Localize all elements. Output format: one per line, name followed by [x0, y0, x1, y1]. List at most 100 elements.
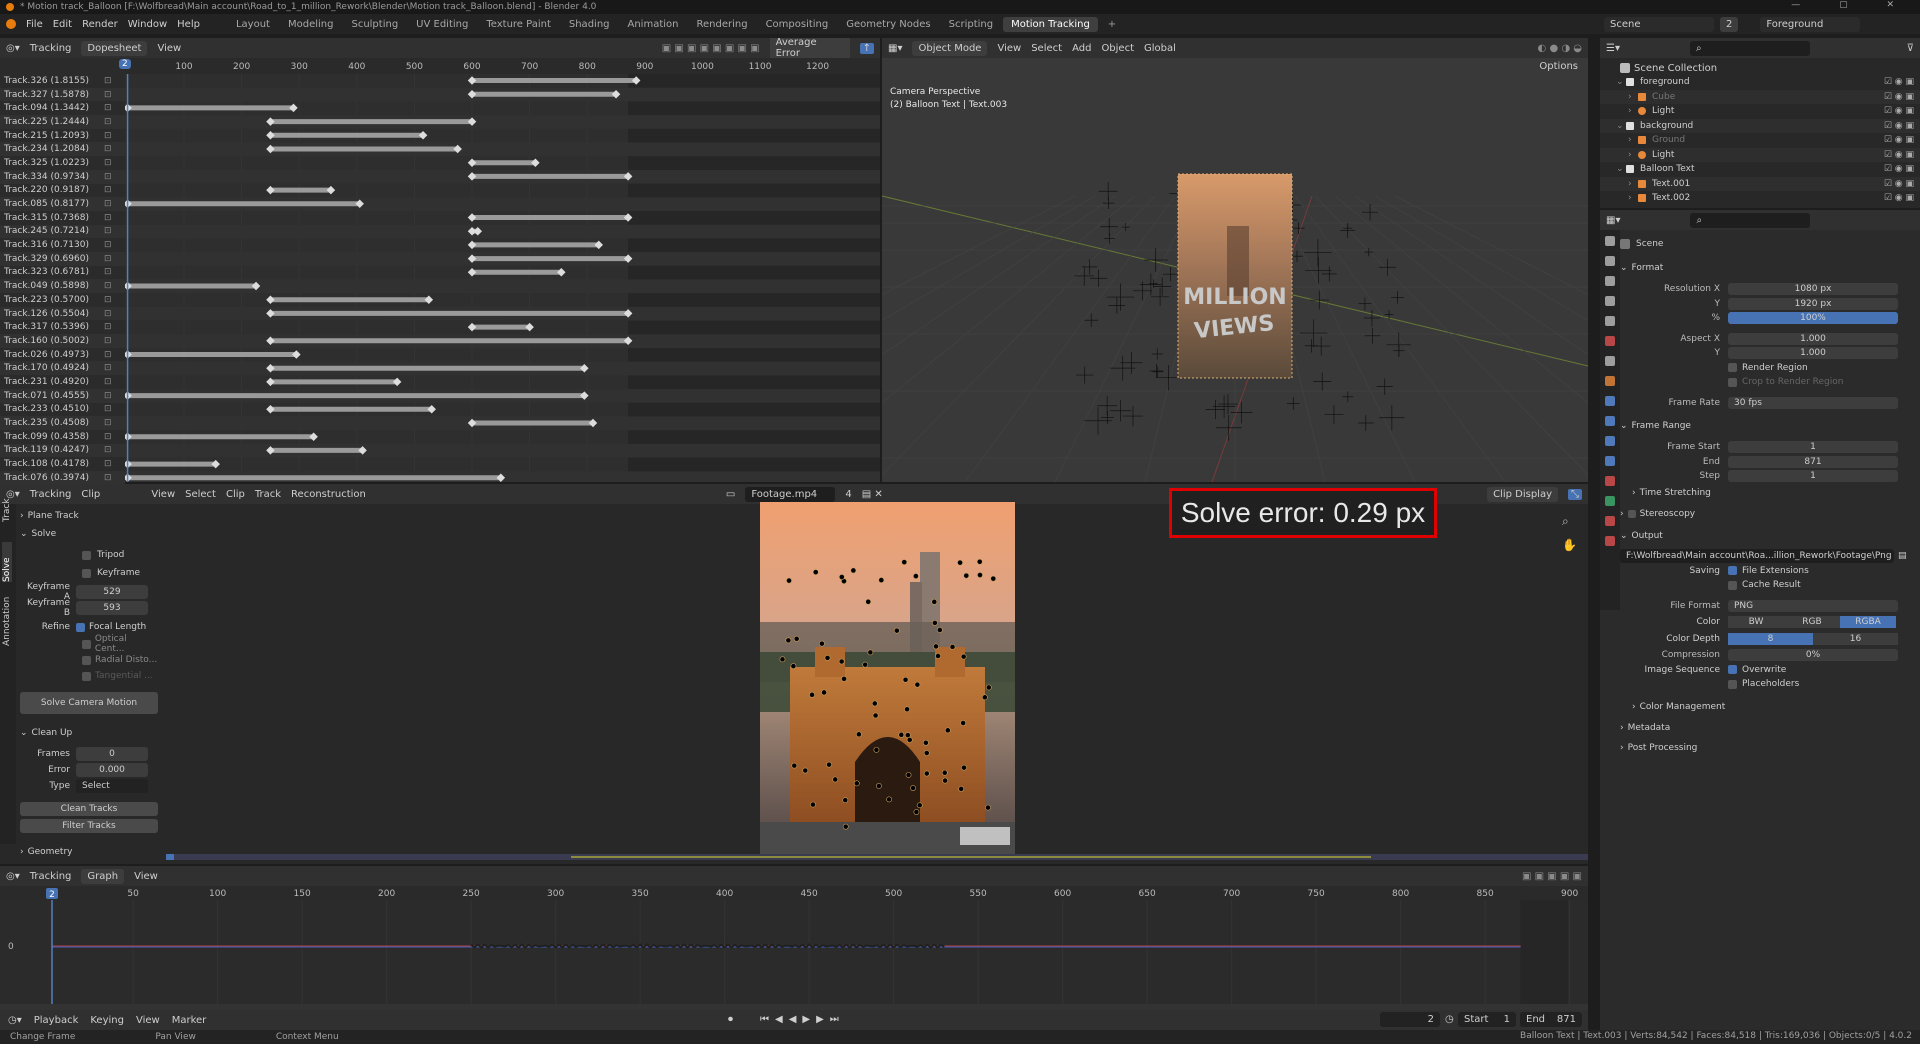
track-row[interactable]: Track.215 (1.2093) ⊡ — [0, 129, 125, 143]
cache-result-checkbox[interactable] — [1728, 580, 1737, 590]
clip-menu-reconstruction[interactable]: Reconstruction — [291, 489, 366, 500]
track-row[interactable]: Track.170 (0.4924) ⊡ — [0, 361, 125, 376]
lock-icon[interactable]: ⊡ — [104, 418, 112, 428]
track-bar[interactable] — [127, 393, 585, 399]
clip-menu-select[interactable]: Select — [185, 489, 216, 500]
keyframe-marker[interactable] — [418, 131, 428, 140]
color-mode-option[interactable]: BW — [1728, 616, 1784, 629]
outliner-item[interactable]: › Ground ☑ ◉ ▣ — [1600, 133, 1920, 148]
render-region-row[interactable]: Render Region — [1620, 361, 1916, 376]
track-marker[interactable] — [786, 577, 792, 584]
properties-search[interactable]: ⌕ — [1690, 212, 1811, 228]
properties-tab-icon[interactable] — [1605, 496, 1615, 506]
track-row[interactable]: Track.316 (0.7130) ⊡ — [0, 238, 125, 252]
object-mode[interactable]: Object Mode — [912, 40, 988, 56]
keyframe-marker[interactable] — [594, 240, 603, 250]
lock-icon[interactable]: ⊡ — [104, 445, 112, 455]
filter-icon[interactable]: ⊽ — [1907, 43, 1914, 54]
plane-track-section[interactable]: › Plane Track — [20, 508, 158, 524]
menu-keying[interactable]: Keying — [90, 1015, 124, 1026]
track-row[interactable]: Track.108 (0.4178) ⊡ — [0, 457, 125, 471]
outliner-item[interactable]: › Cube ☑ ◉ ▣ — [1600, 89, 1920, 104]
placeholders-checkbox[interactable] — [1728, 679, 1737, 689]
keyframe-marker[interactable] — [309, 432, 318, 441]
footage-image[interactable] — [760, 502, 1015, 860]
track-marker[interactable] — [809, 691, 815, 698]
track-marker[interactable] — [977, 572, 983, 578]
tab-track[interactable]: Track — [2, 484, 12, 522]
track-marker[interactable] — [841, 675, 847, 682]
track-bar[interactable] — [472, 173, 629, 179]
add-workspace-icon[interactable]: + — [1108, 19, 1116, 30]
menu-view[interactable]: View — [136, 1015, 160, 1026]
track-bar[interactable] — [472, 242, 599, 248]
keyframe-marker[interactable] — [125, 459, 132, 469]
keyframe-marker[interactable] — [467, 76, 477, 85]
compression-field[interactable]: 0% — [1728, 649, 1898, 662]
folder-icon[interactable]: ▤ — [1898, 551, 1907, 561]
lock-icon[interactable]: ⊡ — [104, 117, 112, 127]
workspace-tab[interactable]: Geometry Nodes — [838, 17, 938, 32]
track-marker[interactable] — [850, 567, 857, 574]
track-marker[interactable] — [922, 739, 929, 746]
keyframe-marker[interactable] — [125, 103, 132, 113]
track-row[interactable]: Track.119 (0.4247) ⊡ — [0, 443, 125, 458]
frame-range-panel[interactable]: ⌄ Frame Range — [1620, 416, 1916, 436]
track-marker[interactable] — [931, 598, 938, 605]
color-management-panel[interactable]: › Color Management — [1620, 698, 1916, 716]
lock-icon[interactable]: ⊡ — [104, 226, 112, 236]
track-marker[interactable] — [785, 637, 792, 644]
properties-tab-icon[interactable] — [1605, 456, 1615, 466]
graph-view-type[interactable]: Graph — [81, 868, 125, 884]
visibility-icons[interactable]: ☑ ◉ ▣ — [1884, 135, 1914, 145]
type-dropdown[interactable]: Select — [76, 779, 148, 793]
track-marker[interactable] — [853, 780, 860, 787]
keyframe-marker[interactable] — [392, 377, 402, 387]
properties-tab-icon[interactable] — [1605, 536, 1615, 546]
track-bar[interactable] — [127, 461, 216, 467]
workspace-tab[interactable]: Animation — [620, 17, 687, 32]
metadata-panel[interactable]: › Metadata — [1620, 718, 1916, 738]
track-bar[interactable] — [127, 434, 314, 440]
editor-type-icon[interactable]: ☰▾ — [1606, 43, 1620, 54]
solve-camera-motion-button[interactable]: Solve Camera Motion — [20, 692, 158, 714]
outliner-item[interactable]: ⌄ foreground ☑ ◉ ▣ — [1600, 75, 1920, 90]
track-row[interactable]: Track.126 (0.5504) ⊡ — [0, 306, 125, 321]
outliner-item[interactable]: › Light ☑ ◉ ▣ — [1600, 104, 1920, 119]
properties-tabs[interactable] — [1600, 230, 1620, 610]
track-marker[interactable] — [942, 777, 949, 784]
track-row[interactable]: Track.223 (0.5700) ⊡ — [0, 293, 125, 307]
workspace-tab[interactable]: UV Editing — [408, 17, 476, 32]
clip-display-menu[interactable]: Clip Display — [1487, 486, 1558, 502]
clip-menu-track[interactable]: Track — [255, 489, 281, 500]
visibility-icons[interactable]: ☑ ◉ ▣ — [1884, 121, 1914, 131]
track-marker[interactable] — [865, 598, 872, 605]
crop-region-checkbox[interactable] — [1728, 377, 1737, 387]
post-processing-panel[interactable]: › Post Processing — [1620, 738, 1916, 758]
radial-distortion-checkbox[interactable]: Radial Disto... — [20, 652, 158, 668]
track-row[interactable]: Track.026 (0.4973) ⊡ — [0, 348, 125, 362]
viewport-menu-view[interactable]: View — [997, 43, 1021, 54]
clip-name-field[interactable]: Footage.mp4 — [745, 486, 836, 502]
dopesheet-view-menu[interactable]: View — [157, 43, 181, 54]
track-marker[interactable] — [957, 559, 963, 566]
track-marker[interactable] — [981, 694, 988, 701]
open-clip-icon[interactable]: ▤ ✕ — [862, 489, 883, 500]
workspace-tab[interactable]: Texture Paint — [478, 17, 559, 32]
track-row[interactable]: Track.326 (1.8155) ⊡ — [0, 74, 125, 88]
track-bar[interactable] — [127, 475, 501, 481]
track-marker[interactable] — [902, 676, 909, 683]
output-path-field[interactable]: F:\Wolfbread\Main account\Roa...illion_R… — [1620, 548, 1894, 563]
tab-solve[interactable]: Solve — [2, 542, 12, 582]
track-marker[interactable] — [961, 764, 967, 771]
properties-tab-icon[interactable] — [1605, 356, 1615, 366]
track-marker[interactable] — [958, 785, 965, 792]
editor-type-icon[interactable]: ◎▾ — [6, 871, 20, 882]
properties-tab-icon[interactable] — [1605, 476, 1615, 486]
track-marker[interactable] — [886, 796, 893, 803]
track-marker[interactable] — [906, 737, 913, 743]
options-button[interactable]: Options — [1539, 61, 1578, 72]
track-bar[interactable] — [270, 338, 629, 344]
track-marker[interactable] — [990, 575, 997, 582]
graph-tracking-mode[interactable]: Tracking — [30, 871, 72, 882]
